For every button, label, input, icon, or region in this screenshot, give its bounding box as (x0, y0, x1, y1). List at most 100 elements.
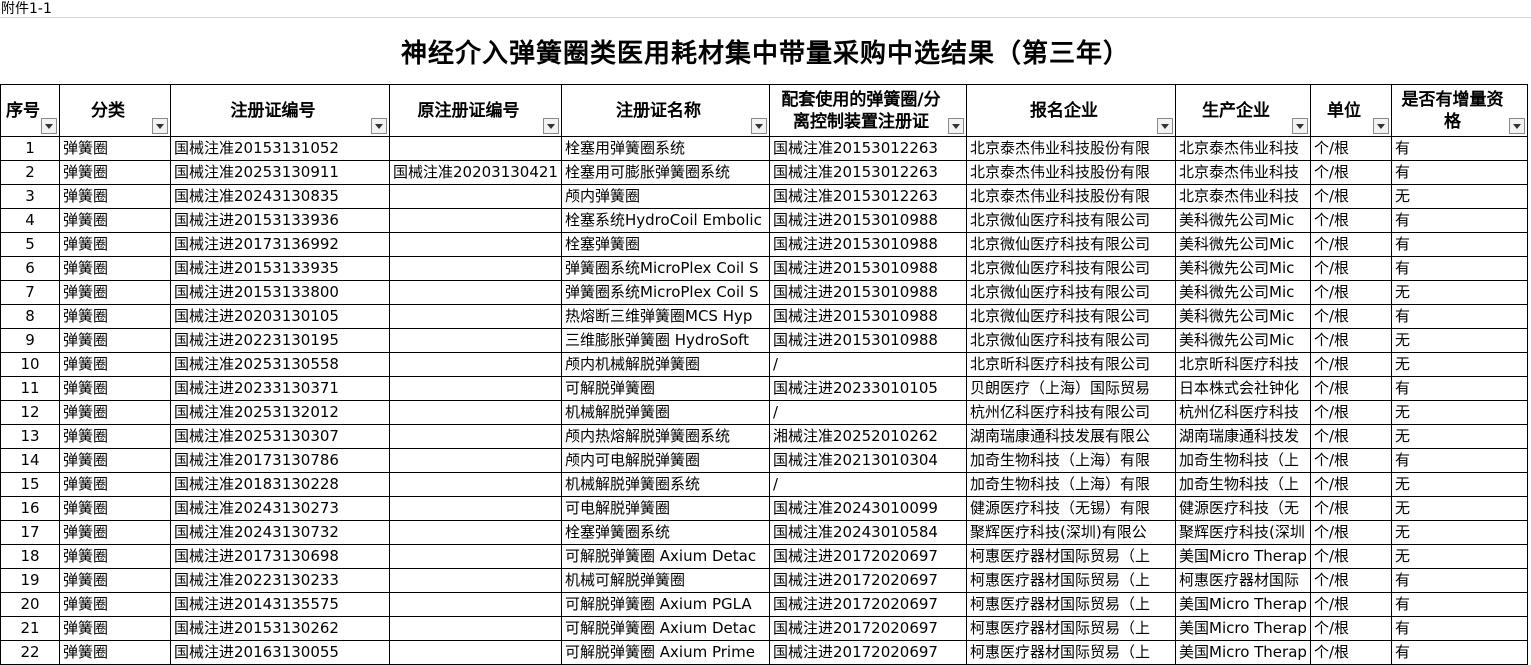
cell-increment[interactable]: 有 (1391, 232, 1528, 257)
cell-increment[interactable]: 有 (1391, 448, 1528, 473)
cell-increment[interactable]: 无 (1391, 280, 1528, 305)
cell-matching-reg[interactable]: 国械注准20153012263 (769, 184, 967, 209)
cell-matching-reg[interactable]: 国械注进20233010105 (769, 376, 967, 401)
cell-seq[interactable]: 12 (0, 400, 60, 425)
cell-reg-name[interactable]: 栓塞系统HydroCoil Embolic (561, 208, 770, 233)
cell-seq[interactable]: 10 (0, 352, 60, 377)
cell-applicant[interactable]: 北京泰杰伟业科技股份有限 (966, 136, 1176, 161)
cell-unit[interactable]: 个/根 (1310, 136, 1392, 161)
cell-manufacturer[interactable]: 美科微先公司Mic (1175, 232, 1311, 257)
cell-orig-reg-no[interactable] (389, 568, 562, 593)
cell-reg-name[interactable]: 可解脱弹簧圈 Axium Prime (561, 640, 770, 665)
cell-increment[interactable]: 有 (1391, 640, 1528, 665)
cell-orig-reg-no[interactable] (389, 280, 562, 305)
cell-seq[interactable]: 1 (0, 136, 60, 161)
cell-manufacturer[interactable]: 美国Micro Therap (1175, 616, 1311, 641)
cell-matching-reg[interactable]: 国械注进20153010988 (769, 208, 967, 233)
cell-increment[interactable]: 有 (1391, 208, 1528, 233)
cell-matching-reg[interactable]: 湘械注准20252010262 (769, 424, 967, 449)
cell-orig-reg-no[interactable] (389, 616, 562, 641)
cell-reg-name[interactable]: 弹簧圈系统MicroPlex Coil S (561, 280, 770, 305)
cell-manufacturer[interactable]: 美科微先公司Mic (1175, 304, 1311, 329)
cell-increment[interactable]: 有 (1391, 592, 1528, 617)
cell-unit[interactable]: 个/根 (1310, 520, 1392, 545)
cell-category[interactable]: 弹簧圈 (59, 136, 171, 161)
filter-dropdown-icon[interactable] (1292, 118, 1308, 134)
cell-category[interactable]: 弹簧圈 (59, 184, 171, 209)
cell-category[interactable]: 弹簧圈 (59, 376, 171, 401)
cell-category[interactable]: 弹簧圈 (59, 328, 171, 353)
cell-unit[interactable]: 个/根 (1310, 184, 1392, 209)
cell-applicant[interactable]: 北京微仙医疗科技有限公司 (966, 304, 1176, 329)
cell-unit[interactable]: 个/根 (1310, 568, 1392, 593)
cell-orig-reg-no[interactable] (389, 232, 562, 257)
filter-dropdown-icon[interactable] (948, 118, 964, 134)
cell-reg-name[interactable]: 可电解脱弹簧圈 (561, 496, 770, 521)
cell-matching-reg[interactable]: 国械注进20153010988 (769, 256, 967, 281)
cell-unit[interactable]: 个/根 (1310, 304, 1392, 329)
cell-increment[interactable]: 有 (1391, 160, 1528, 185)
cell-unit[interactable]: 个/根 (1310, 592, 1392, 617)
cell-seq[interactable]: 4 (0, 208, 60, 233)
cell-increment[interactable]: 无 (1391, 472, 1528, 497)
cell-reg-no[interactable]: 国械注准20153131052 (170, 136, 390, 161)
cell-reg-name[interactable]: 颅内机械解脱弹簧圈 (561, 352, 770, 377)
cell-reg-no[interactable]: 国械注进20173136992 (170, 232, 390, 257)
cell-reg-no[interactable]: 国械注进20203130105 (170, 304, 390, 329)
cell-matching-reg[interactable]: 国械注进20172020697 (769, 544, 967, 569)
cell-manufacturer[interactable]: 湖南瑞康通科技发 (1175, 424, 1311, 449)
cell-orig-reg-no[interactable] (389, 376, 562, 401)
cell-reg-no[interactable]: 国械注准20223130233 (170, 568, 390, 593)
cell-reg-name[interactable]: 弹簧圈系统MicroPlex Coil S (561, 256, 770, 281)
cell-manufacturer[interactable]: 加奇生物科技（上 (1175, 472, 1311, 497)
cell-reg-no[interactable]: 国械注准20253130307 (170, 424, 390, 449)
cell-reg-no[interactable]: 国械注准20243130732 (170, 520, 390, 545)
cell-increment[interactable]: 有 (1391, 376, 1528, 401)
cell-reg-name[interactable]: 热熔断三维弹簧圈MCS Hyp (561, 304, 770, 329)
cell-manufacturer[interactable]: 北京泰杰伟业科技 (1175, 136, 1311, 161)
cell-matching-reg[interactable]: 国械注进20153010988 (769, 304, 967, 329)
cell-matching-reg[interactable]: 国械注进20172020697 (769, 616, 967, 641)
cell-applicant[interactable]: 柯惠医疗器材国际贸易（上 (966, 640, 1176, 665)
cell-matching-reg[interactable]: 国械注准20153012263 (769, 160, 967, 185)
cell-increment[interactable]: 无 (1391, 328, 1528, 353)
cell-seq[interactable]: 13 (0, 424, 60, 449)
cell-category[interactable]: 弹簧圈 (59, 256, 171, 281)
cell-increment[interactable]: 无 (1391, 352, 1528, 377)
cell-reg-no[interactable]: 国械注进20143135575 (170, 592, 390, 617)
cell-orig-reg-no[interactable] (389, 544, 562, 569)
cell-reg-name[interactable]: 可解脱弹簧圈 (561, 376, 770, 401)
cell-applicant[interactable]: 北京昕科医疗科技有限公司 (966, 352, 1176, 377)
filter-dropdown-icon[interactable] (1373, 118, 1389, 134)
cell-orig-reg-no[interactable] (389, 136, 562, 161)
cell-applicant[interactable]: 北京泰杰伟业科技股份有限 (966, 184, 1176, 209)
cell-increment[interactable]: 有 (1391, 616, 1528, 641)
cell-reg-no[interactable]: 国械注进20223130195 (170, 328, 390, 353)
cell-increment[interactable]: 无 (1391, 496, 1528, 521)
cell-category[interactable]: 弹簧圈 (59, 592, 171, 617)
cell-category[interactable]: 弹簧圈 (59, 280, 171, 305)
cell-increment[interactable]: 无 (1391, 520, 1528, 545)
cell-seq[interactable]: 22 (0, 640, 60, 665)
cell-category[interactable]: 弹簧圈 (59, 496, 171, 521)
cell-reg-name[interactable]: 颅内弹簧圈 (561, 184, 770, 209)
cell-applicant[interactable]: 北京微仙医疗科技有限公司 (966, 280, 1176, 305)
cell-reg-name[interactable]: 可解脱弹簧圈 Axium Detac (561, 544, 770, 569)
cell-orig-reg-no[interactable] (389, 208, 562, 233)
cell-seq[interactable]: 11 (0, 376, 60, 401)
cell-manufacturer[interactable]: 美国Micro Therap (1175, 640, 1311, 665)
cell-matching-reg[interactable]: / (769, 472, 967, 497)
cell-orig-reg-no[interactable] (389, 496, 562, 521)
cell-applicant[interactable]: 北京微仙医疗科技有限公司 (966, 232, 1176, 257)
cell-category[interactable]: 弹簧圈 (59, 208, 171, 233)
cell-category[interactable]: 弹簧圈 (59, 424, 171, 449)
cell-applicant[interactable]: 柯惠医疗器材国际贸易（上 (966, 568, 1176, 593)
cell-manufacturer[interactable]: 北京昕科医疗科技 (1175, 352, 1311, 377)
cell-orig-reg-no[interactable]: 国械注准20203130421 (389, 160, 562, 185)
cell-unit[interactable]: 个/根 (1310, 544, 1392, 569)
cell-orig-reg-no[interactable] (389, 592, 562, 617)
cell-orig-reg-no[interactable] (389, 304, 562, 329)
cell-orig-reg-no[interactable] (389, 256, 562, 281)
cell-reg-no[interactable]: 国械注进20153130262 (170, 616, 390, 641)
cell-category[interactable]: 弹簧圈 (59, 616, 171, 641)
